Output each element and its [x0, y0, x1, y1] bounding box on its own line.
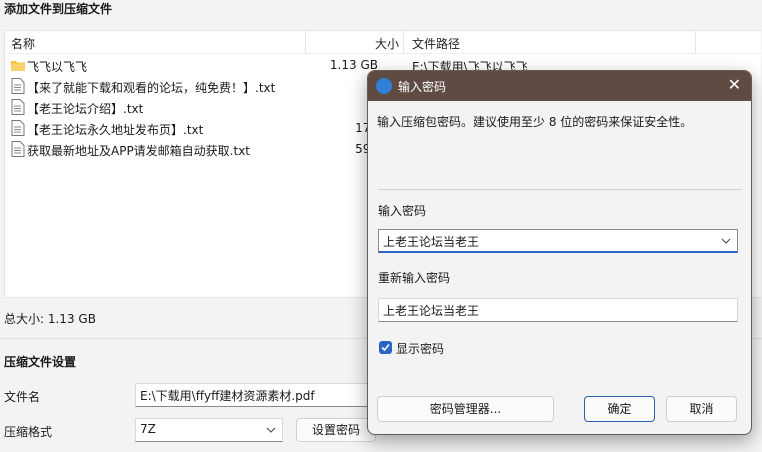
set-password-label: 设置密码 — [311, 423, 360, 437]
column-path[interactable]: 文件路径 — [412, 35, 460, 52]
app-logo-icon — [376, 78, 392, 94]
file-list-header: 名称 大小 文件路径 — [5, 31, 761, 54]
filename-label: 文件名 — [4, 390, 41, 404]
folder-icon — [11, 61, 25, 71]
chevron-down-icon[interactable] — [721, 238, 731, 244]
cancel-button[interactable]: 取消 — [666, 396, 737, 422]
file-name: 飞飞以飞飞 — [27, 60, 88, 74]
dialog-description: 输入压缩包密码。建议使用至少 8 位的密码来保证安全性。 — [377, 115, 693, 129]
file-name: 【老王论坛介绍】.txt — [27, 102, 144, 116]
settings-section-title: 压缩文件设置 — [4, 355, 77, 369]
close-icon[interactable]: ✕ — [728, 75, 741, 94]
show-password-label[interactable]: 显示密码 — [396, 340, 444, 357]
total-size: 总大小: 1.13 GB — [4, 312, 96, 326]
set-password-button[interactable]: 设置密码 — [296, 418, 376, 442]
file-name: 【老王论坛永久地址发布页】.txt — [27, 123, 204, 137]
checkmark-icon — [381, 343, 390, 352]
window-title: 添加文件到压缩文件 — [4, 2, 113, 16]
ok-button[interactable]: 确定 — [584, 396, 655, 422]
text-file-icon — [11, 141, 25, 157]
confirm-password-label: 重新输入密码 — [378, 271, 451, 285]
cancel-label: 取消 — [689, 402, 714, 416]
format-label: 压缩格式 — [4, 425, 53, 439]
column-size[interactable]: 大小 — [375, 35, 399, 52]
column-name[interactable]: 名称 — [11, 35, 35, 52]
password-label: 输入密码 — [378, 204, 427, 218]
password-manager-label: 密码管理器... — [429, 402, 502, 416]
dialog-titlebar[interactable]: 输入密码 ✕ — [368, 71, 751, 101]
text-file-icon — [11, 78, 25, 94]
ok-label: 确定 — [607, 402, 632, 416]
password-input[interactable]: 上老王论坛当老王 — [378, 229, 738, 253]
dialog-divider — [378, 189, 742, 190]
password-value: 上老王论坛当老王 — [383, 235, 480, 249]
confirm-password-input[interactable]: 上老王论坛当老王 — [378, 298, 738, 322]
text-file-icon — [11, 99, 25, 115]
dialog-title: 输入密码 — [398, 80, 447, 94]
password-dialog: 输入密码 ✕ 输入压缩包密码。建议使用至少 8 位的密码来保证安全性。 输入密码… — [367, 70, 752, 435]
format-select[interactable]: 7Z — [135, 418, 283, 442]
file-name: 【来了就能下载和观看的论坛，纯免费！】.txt — [27, 81, 276, 95]
format-value: 7Z — [140, 422, 156, 436]
filename-input[interactable]: E:\下载用\ffyff建材资源素材.pdf — [135, 383, 370, 407]
file-name: 获取最新地址及APP请发邮箱自动获取.txt — [27, 144, 251, 158]
show-password-checkbox[interactable] — [379, 341, 392, 354]
text-file-icon — [11, 120, 25, 136]
chevron-down-icon — [266, 427, 276, 433]
password-manager-button[interactable]: 密码管理器... — [377, 396, 554, 422]
